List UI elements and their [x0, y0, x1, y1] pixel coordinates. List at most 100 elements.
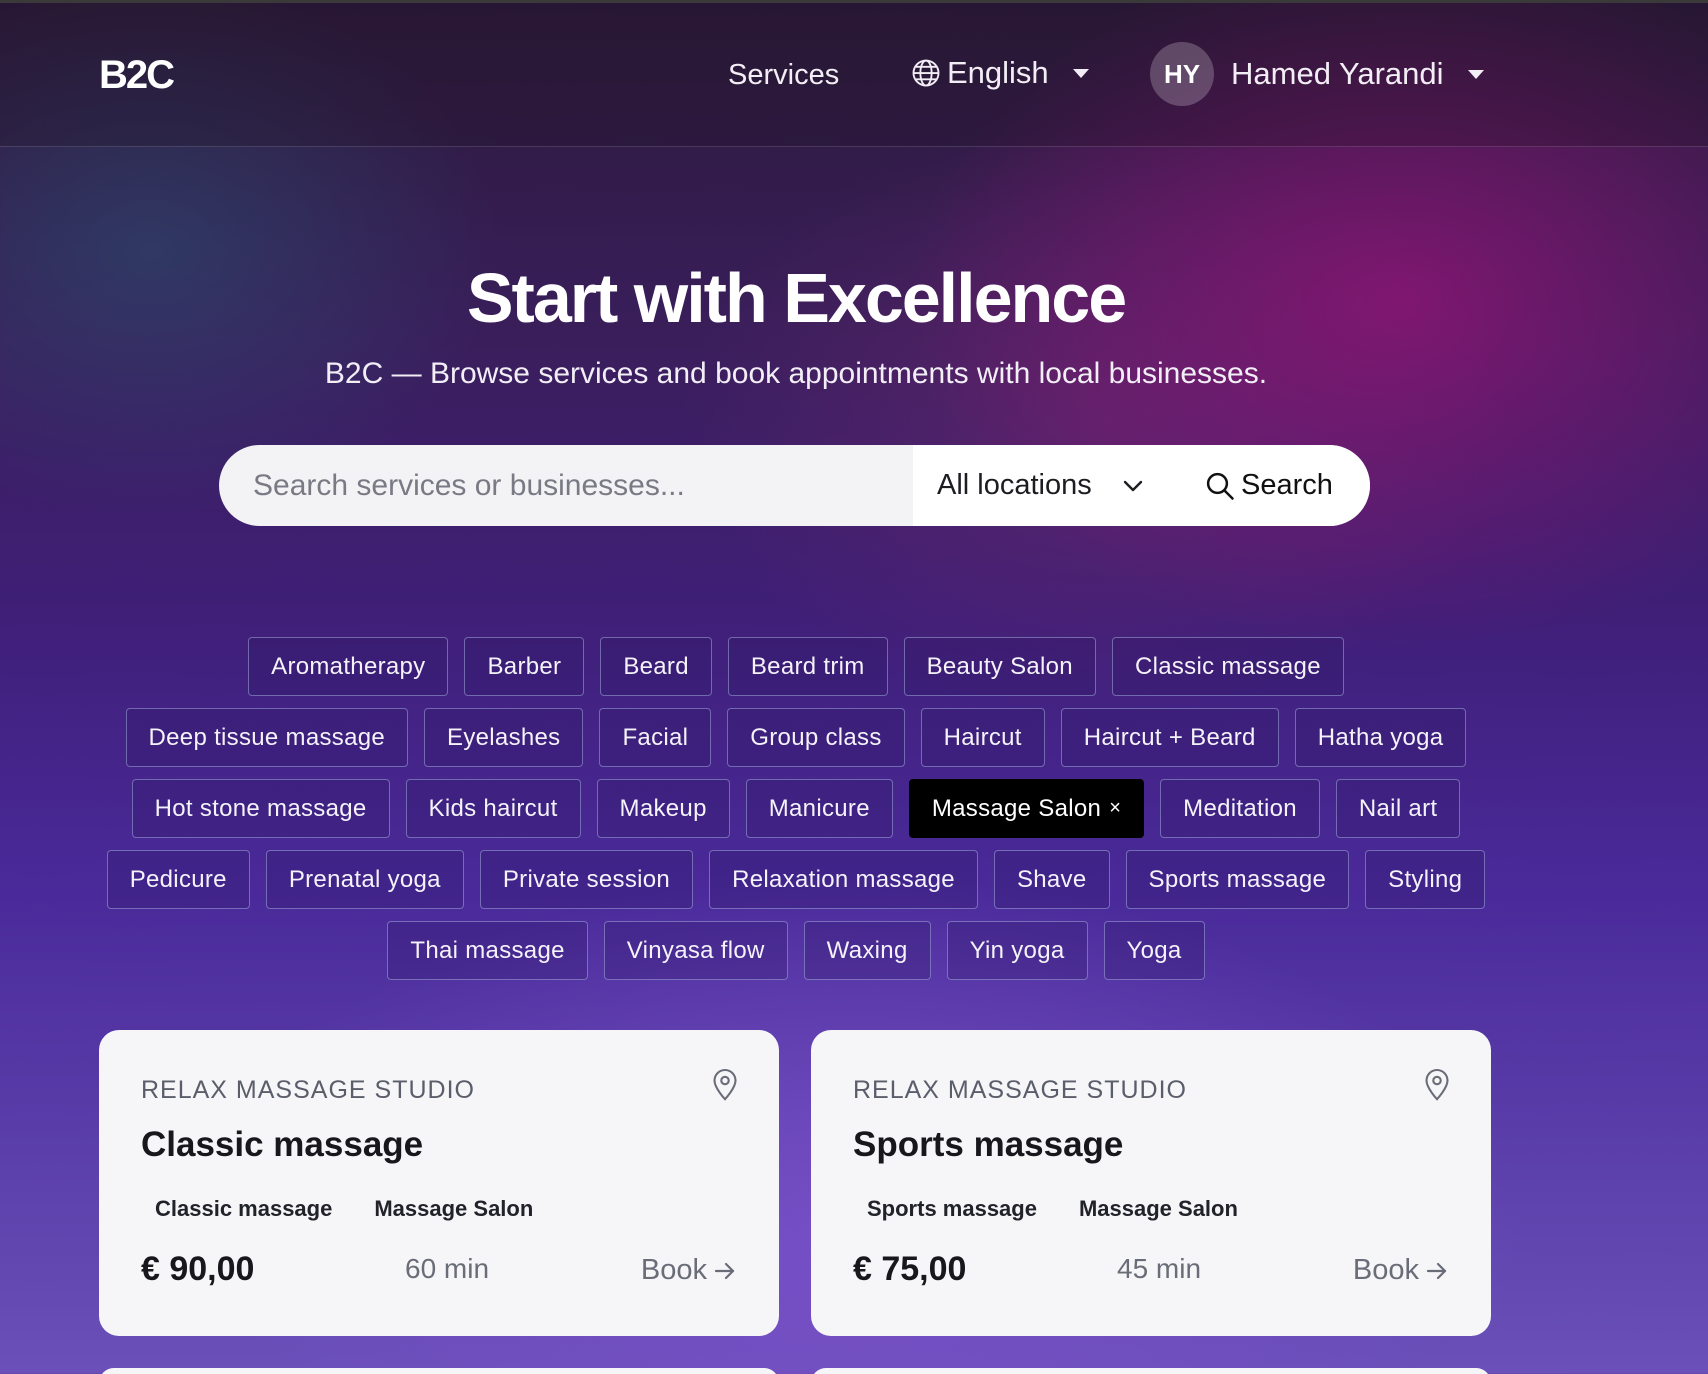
tag-label: Barber [487, 652, 562, 680]
tag-label: Meditation [1183, 794, 1297, 822]
tag-makeup[interactable]: Makeup [596, 779, 730, 838]
arrow-right-icon [714, 1262, 735, 1279]
service-card[interactable]: RELAX MASSAGE STUDIO Sports massage Spor… [811, 1030, 1491, 1336]
tag-manicure[interactable]: Manicure [745, 779, 893, 838]
top-navigation: B2C Services English HY Hamed Yarandi [0, 3, 1708, 147]
search-icon [1206, 472, 1234, 500]
tag-label: Hot stone massage [154, 794, 367, 822]
tag-row: Aromatherapy Barber Beard Beard trim Beauty … [248, 637, 1344, 696]
search-button[interactable]: Search [1168, 445, 1370, 526]
tag-label: Beard trim [750, 652, 865, 680]
tag-label: Private session [502, 865, 671, 893]
tag-label: Prenatal yoga [288, 865, 441, 893]
language-selector[interactable]: English [911, 55, 1089, 91]
tag-styling[interactable]: Styling [1365, 850, 1486, 909]
service-category: Classic massage [155, 1196, 333, 1221]
tag-label: Beauty Salon [926, 652, 1073, 680]
tag-prenatal-yoga[interactable]: Prenatal yoga [265, 850, 464, 909]
tag-label: Yin yoga [969, 936, 1065, 964]
search-bar: All locations Search [219, 445, 1370, 526]
tag-label: Makeup [619, 794, 707, 822]
tag-thai-massage[interactable]: Thai massage [387, 921, 588, 980]
book-button[interactable]: Book [641, 1254, 737, 1287]
tag-label: Pedicure [129, 865, 227, 893]
tag-label: Classic massage [1134, 652, 1321, 680]
globe-icon [912, 59, 940, 87]
service-category: Sports massage [867, 1196, 1037, 1221]
chevron-down-icon [1123, 480, 1142, 491]
business-type: Massage Salon [374, 1196, 534, 1221]
service-card-partial [99, 1368, 779, 1374]
tag-label: Styling [1388, 865, 1463, 893]
tag-sports-massage[interactable]: Sports massage [1125, 850, 1350, 909]
service-duration: 60 min [405, 1253, 490, 1284]
service-title: Classic massage [141, 1125, 424, 1164]
avatar: HY [1150, 42, 1214, 106]
tag-beard[interactable]: Beard [600, 637, 712, 696]
tag-waxing[interactable]: Waxing [803, 921, 931, 980]
tag-hot-stone-massage[interactable]: Hot stone massage [131, 779, 390, 838]
tag-kids-haircut[interactable]: Kids haircut [405, 779, 581, 838]
tag-label: Vinyasa flow [626, 936, 765, 964]
tag-massage-salon[interactable]: Massage Salon × [908, 779, 1145, 838]
tag-nail-art[interactable]: Nail art [1335, 779, 1461, 838]
tag-eyelashes[interactable]: Eyelashes [424, 708, 584, 767]
language-label: English [947, 55, 1049, 90]
caret-down-icon [1072, 68, 1089, 78]
service-card[interactable]: RELAX MASSAGE STUDIO Classic massage Cla… [99, 1030, 779, 1336]
location-label: All locations [937, 469, 1092, 501]
remove-tag-icon[interactable]: × [1109, 797, 1121, 820]
tag-pedicure[interactable]: Pedicure [106, 850, 250, 909]
business-name: RELAX MASSAGE STUDIO [853, 1076, 1187, 1104]
tag-label: Manicure [768, 794, 870, 822]
tag-meditation[interactable]: Meditation [1160, 779, 1320, 838]
tag-label: Nail art [1358, 794, 1438, 822]
tag-label: Shave [1016, 865, 1087, 893]
service-price: € 75,00 [853, 1250, 967, 1288]
category-tags: Aromatherapy Barber Beard Beard trim Beauty … [0, 637, 1592, 980]
service-meta: Sports massage Massage Salon [867, 1196, 1238, 1222]
tag-classic-massage[interactable]: Classic massage [1111, 637, 1344, 696]
tag-label: Haircut [943, 723, 1022, 751]
tag-label: Massage Salon [931, 794, 1102, 822]
tag-haircut-beard[interactable]: Haircut + Beard [1060, 708, 1279, 767]
tag-label: Hatha yoga [1317, 723, 1444, 751]
business-type: Massage Salon [1078, 1196, 1238, 1221]
tag-haircut[interactable]: Haircut [920, 708, 1045, 767]
tag-facial[interactable]: Facial [599, 708, 712, 767]
tag-label: Sports massage [1148, 865, 1327, 893]
user-menu[interactable]: HY Hamed Yarandi [1150, 42, 1484, 106]
tag-label: Haircut + Beard [1083, 723, 1256, 751]
logo[interactable]: B2C [99, 53, 175, 98]
tag-private-session[interactable]: Private session [479, 850, 694, 909]
tag-vinyasa-flow[interactable]: Vinyasa flow [603, 921, 788, 980]
location-pin-icon[interactable] [1423, 1066, 1451, 1102]
tag-label: Kids haircut [428, 794, 558, 822]
search-input[interactable] [219, 445, 913, 526]
service-price: € 90,00 [141, 1250, 255, 1288]
tag-shave[interactable]: Shave [993, 850, 1110, 909]
tag-row: Pedicure Prenatal yoga Private session Rela… [106, 850, 1486, 909]
tag-aromatherapy[interactable]: Aromatherapy [248, 637, 449, 696]
arrow-right-icon [1426, 1262, 1447, 1279]
nav-services-link[interactable]: Services [728, 59, 839, 92]
tag-barber[interactable]: Barber [464, 637, 585, 696]
tag-hatha-yoga[interactable]: Hatha yoga [1294, 708, 1467, 767]
tag-label: Group class [750, 723, 882, 751]
service-title: Sports massage [853, 1125, 1124, 1164]
tag-deep-tissue-massage[interactable]: Deep tissue massage [125, 708, 409, 767]
tag-beauty-salon[interactable]: Beauty Salon [903, 637, 1096, 696]
tag-label: Facial [622, 723, 689, 751]
tag-row: Deep tissue massage Eyelashes Facial Group … [125, 708, 1467, 767]
tag-relaxation-massage[interactable]: Relaxation massage [709, 850, 978, 909]
tag-group-class[interactable]: Group class [727, 708, 905, 767]
tag-beard-trim[interactable]: Beard trim [727, 637, 888, 696]
tag-yin-yoga[interactable]: Yin yoga [946, 921, 1088, 980]
user-name: Hamed Yarandi [1231, 56, 1444, 91]
book-button[interactable]: Book [1353, 1254, 1449, 1287]
location-pin-icon[interactable] [711, 1066, 739, 1102]
hero-subtitle: B2C — Browse services and book appointme… [324, 357, 1268, 390]
book-label: Book [1352, 1254, 1419, 1286]
tag-yoga[interactable]: Yoga [1103, 921, 1205, 980]
location-select[interactable]: All locations [913, 445, 1168, 526]
